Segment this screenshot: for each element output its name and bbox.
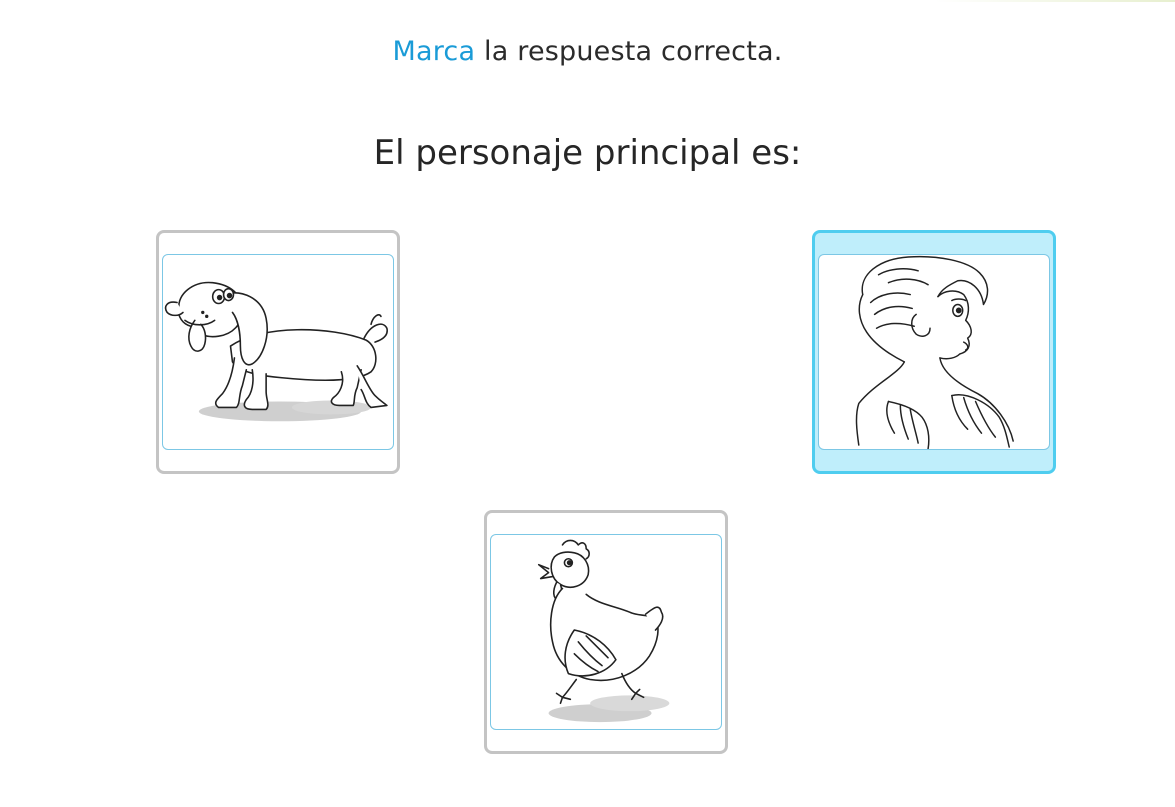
option-image-frame bbox=[818, 254, 1050, 450]
option-image-frame bbox=[490, 534, 722, 730]
instruction-text: Marca la respuesta correcta. bbox=[0, 36, 1175, 67]
winged-boy-illustration bbox=[855, 255, 1014, 449]
top-accent-line bbox=[935, 0, 1175, 2]
instruction-verb: Marca bbox=[392, 36, 476, 67]
dog-illustration bbox=[164, 281, 388, 422]
answer-option-hen[interactable] bbox=[484, 510, 728, 754]
question-title: El personaje principal es: bbox=[373, 133, 802, 173]
hen-illustration bbox=[537, 539, 670, 723]
answer-option-winged-boy[interactable] bbox=[812, 230, 1056, 474]
answer-option-dog[interactable] bbox=[156, 230, 400, 474]
instruction-rest: la respuesta correcta. bbox=[475, 36, 783, 67]
option-image-frame bbox=[162, 254, 394, 450]
